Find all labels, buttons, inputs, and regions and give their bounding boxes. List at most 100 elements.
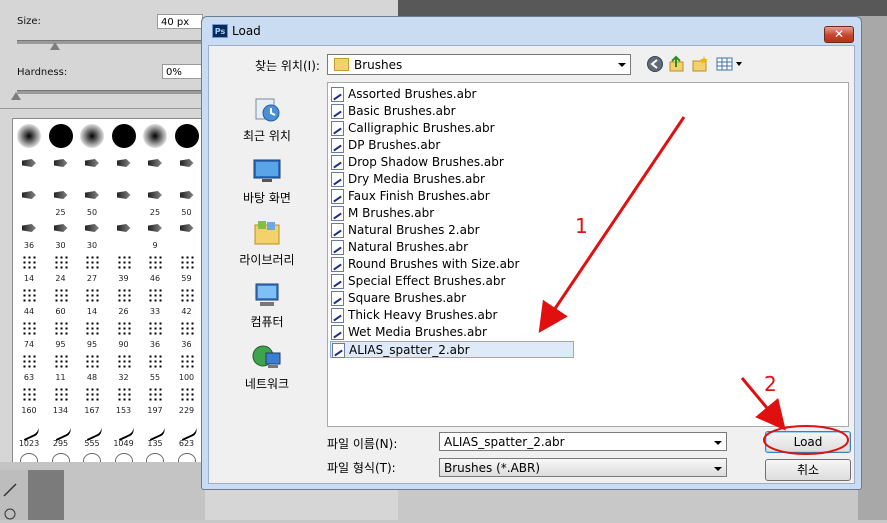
brush-preset[interactable]: 50 [172, 185, 202, 217]
brush-preset[interactable]: 63 [14, 350, 44, 382]
brush-preset[interactable]: 95 [77, 317, 107, 349]
brush-preset[interactable]: 153 [109, 383, 139, 415]
cancel-button[interactable]: 취소 [765, 459, 851, 481]
new-folder-icon[interactable] [691, 55, 709, 73]
brush-preset[interactable]: 30 [77, 218, 107, 250]
brush-preset[interactable]: 295 [46, 416, 76, 448]
brush-preset[interactable]: 32 [109, 350, 139, 382]
brush-preset[interactable]: 11 [46, 350, 76, 382]
brush-preset[interactable] [46, 153, 76, 185]
brush-preset[interactable]: 48 [77, 350, 107, 382]
brush-preset[interactable]: 1049 [109, 416, 139, 448]
brush-preset[interactable] [109, 185, 139, 217]
file-item[interactable]: Calligraphic Brushes.abr [330, 120, 550, 137]
brush-preset[interactable]: 50 [77, 185, 107, 217]
brush-preset[interactable]: 36 [140, 317, 170, 349]
dialog-titlebar[interactable]: Ps Load ✕ [202, 17, 861, 43]
brush-preset[interactable]: 100 [172, 350, 202, 382]
brush-preset[interactable]: 14 [77, 284, 107, 316]
back-icon[interactable] [646, 55, 664, 73]
brush-preset[interactable]: 74 [14, 317, 44, 349]
hardness-input[interactable]: 0% [162, 64, 203, 79]
brush-preset[interactable]: 555 [77, 416, 107, 448]
place-network[interactable]: 네트워크 [217, 339, 317, 401]
load-button[interactable]: Load [765, 431, 851, 453]
size-slider-track[interactable] [17, 40, 203, 44]
brush-preset[interactable]: 46 [140, 251, 170, 283]
brush-preset[interactable]: 229 [172, 383, 202, 415]
filetype-select[interactable]: Brushes (*.ABR) [439, 458, 727, 477]
brush-preset[interactable]: 42 [172, 284, 202, 316]
view-menu-icon[interactable] [715, 55, 745, 73]
place-libraries[interactable]: 라이브러리 [217, 215, 317, 277]
brush-preset[interactable]: 27 [77, 251, 107, 283]
file-item[interactable]: Natural Brushes 2.abr [330, 222, 550, 239]
brush-preset[interactable] [172, 218, 202, 250]
brush-preset[interactable]: 33 [140, 284, 170, 316]
hardness-slider-thumb[interactable] [11, 92, 21, 100]
brush-preset[interactable]: 30 [46, 218, 76, 250]
file-item[interactable]: DP Brushes.abr [330, 137, 550, 154]
size-input[interactable]: 40 px [157, 14, 203, 29]
place-computer[interactable]: 컴퓨터 [217, 277, 317, 339]
brush-preset[interactable]: 25 [140, 185, 170, 217]
file-item[interactable]: Thick Heavy Brushes.abr [330, 307, 550, 324]
file-item[interactable]: Round Brushes with Size.abr [330, 256, 550, 273]
brush-preset[interactable] [109, 153, 139, 185]
brush-preset[interactable] [140, 121, 170, 153]
file-item[interactable]: Wet Media Brushes.abr [330, 324, 550, 341]
file-item[interactable]: Drop Shadow Brushes.abr [330, 154, 550, 171]
brush-preset[interactable]: 25 [46, 185, 76, 217]
brush-preset[interactable]: 26 [109, 284, 139, 316]
brush-preset[interactable]: 9 [140, 218, 170, 250]
brush-preset[interactable] [77, 153, 107, 185]
up-folder-icon[interactable] [668, 55, 686, 73]
close-button[interactable]: ✕ [824, 26, 854, 43]
file-item[interactable]: Natural Brushes.abr [330, 239, 550, 256]
brush-preset[interactable]: 24 [46, 251, 76, 283]
place-desktop[interactable]: 바탕 화면 [217, 153, 317, 215]
brush-preset[interactable] [109, 218, 139, 250]
brush-preset[interactable]: 59 [172, 251, 202, 283]
brush-preset[interactable]: 623 [172, 416, 202, 448]
file-item-selected[interactable]: ALIAS_spatter_2.abr [330, 341, 574, 358]
brush-preset[interactable] [140, 153, 170, 185]
brush-preset[interactable] [14, 121, 44, 153]
brush-preset[interactable]: 134 [46, 383, 76, 415]
place-recent[interactable]: 최근 위치 [217, 91, 317, 153]
brush-preset[interactable] [46, 121, 76, 153]
brush-preset[interactable] [14, 153, 44, 185]
brush-preset[interactable]: 135 [140, 416, 170, 448]
brush-preset[interactable]: 95 [46, 317, 76, 349]
brush-preset[interactable] [109, 121, 139, 153]
file-item[interactable]: Faux Finish Brushes.abr [330, 188, 550, 205]
brush-preset[interactable] [14, 185, 44, 217]
file-item[interactable]: Square Brushes.abr [330, 290, 550, 307]
brush-preset[interactable]: 39 [109, 251, 139, 283]
file-item[interactable]: M Brushes.abr [330, 205, 550, 222]
size-slider-thumb[interactable] [50, 42, 60, 50]
file-item[interactable]: Basic Brushes.abr [330, 103, 550, 120]
brush-preset[interactable]: 90 [109, 317, 139, 349]
hand-tool-icon[interactable] [0, 470, 28, 520]
brush-preset[interactable] [172, 121, 202, 153]
brush-preset[interactable]: 60 [46, 284, 76, 316]
filename-input[interactable]: ALIAS_spatter_2.abr [439, 432, 727, 451]
brush-preset[interactable] [172, 153, 202, 185]
file-item[interactable]: Assorted Brushes.abr [330, 86, 550, 103]
brush-preset[interactable]: 44 [14, 284, 44, 316]
brush-preset[interactable]: 160 [14, 383, 44, 415]
brush-preset[interactable]: 167 [77, 383, 107, 415]
look-in-combo[interactable]: Brushes [327, 54, 631, 75]
hardness-slider-track[interactable] [17, 90, 203, 94]
brush-preset[interactable]: 36 [172, 317, 202, 349]
brush-preset[interactable]: 14 [14, 251, 44, 283]
brush-preset[interactable]: 1023 [14, 416, 44, 448]
brush-preset[interactable]: 55 [140, 350, 170, 382]
brush-preset[interactable]: 197 [140, 383, 170, 415]
file-item[interactable]: Special Effect Brushes.abr [330, 273, 550, 290]
brush-preset[interactable]: 36 [14, 218, 44, 250]
file-item[interactable]: Dry Media Brushes.abr [330, 171, 550, 188]
brush-preset[interactable] [77, 121, 107, 153]
chevron-down-icon[interactable] [714, 441, 722, 445]
